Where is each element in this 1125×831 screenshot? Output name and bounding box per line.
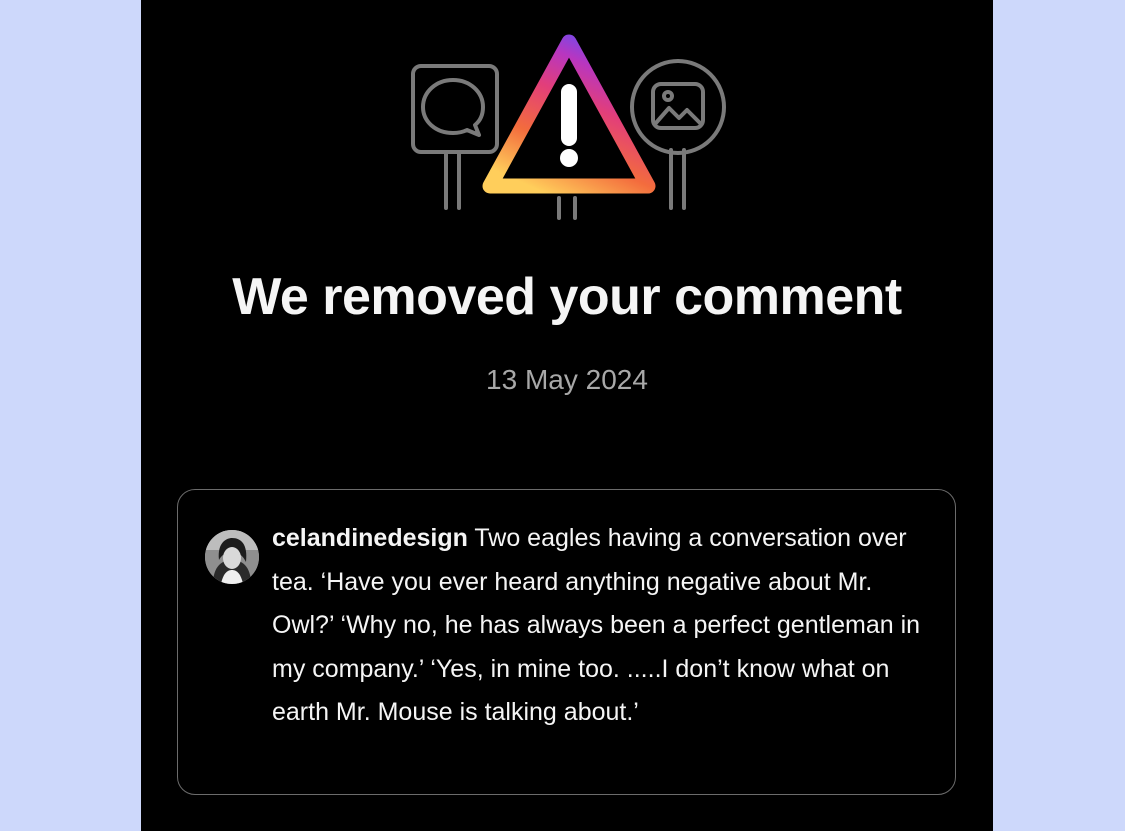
notice-date: 13 May 2024 bbox=[486, 364, 648, 395]
notice-screen: We removed your comment 13 May 2024 cela… bbox=[141, 0, 993, 831]
comment-text: Two eagles having a conversation over te… bbox=[272, 524, 921, 726]
warning-triangle-icon bbox=[482, 34, 656, 220]
comment-body: celandinedesign Two eagles having a conv… bbox=[272, 517, 932, 735]
avatar-image bbox=[205, 530, 259, 584]
page-title: We removed your comment bbox=[232, 268, 902, 326]
avatar[interactable] bbox=[205, 530, 259, 584]
removed-comment-card: celandinedesign Two eagles having a conv… bbox=[177, 489, 956, 795]
comment-username[interactable]: celandinedesign bbox=[272, 524, 468, 552]
removed-content-illustration bbox=[411, 34, 726, 220]
